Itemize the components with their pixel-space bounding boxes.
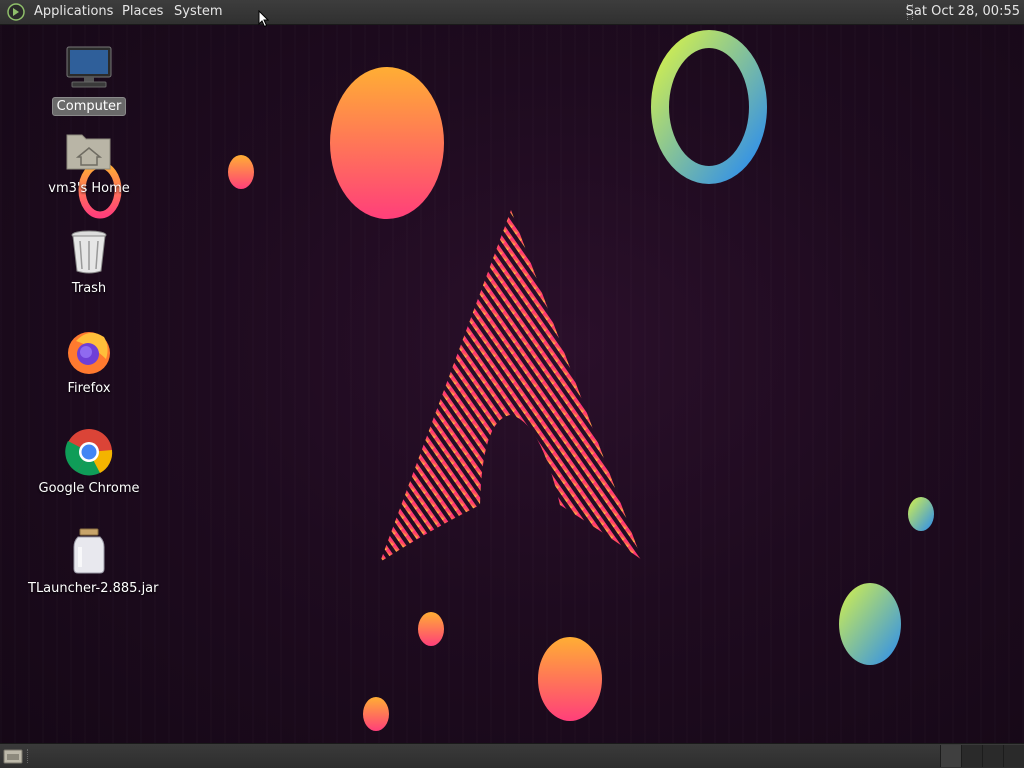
workspace-2[interactable] <box>961 745 982 767</box>
clock[interactable]: Sat Oct 28, 00:55 <box>906 4 1020 20</box>
jar-file-icon <box>73 528 105 574</box>
desktop-icon-label: vm3's Home <box>48 181 130 196</box>
workspace-1[interactable] <box>940 745 961 767</box>
desktop-icon-computer[interactable]: Computer <box>24 44 154 116</box>
home-folder-icon <box>66 134 111 170</box>
desktop-icon-home[interactable]: vm3's Home <box>24 127 154 197</box>
trash-icon <box>71 230 107 274</box>
system-menu[interactable]: System <box>174 4 222 20</box>
chrome-icon <box>65 429 113 476</box>
mouse-cursor-icon <box>258 10 270 28</box>
computer-icon <box>66 46 112 88</box>
top-panel: Applications Places System Sat Oct 28, 0… <box>0 0 1024 25</box>
desktop-icon-label: Trash <box>71 281 107 296</box>
bottom-panel <box>0 743 1024 768</box>
workspace-3[interactable] <box>982 745 1003 767</box>
desktop-icon-label: Google Chrome <box>38 481 140 496</box>
desktop-icon-trash[interactable]: Trash <box>24 227 154 297</box>
firefox-icon <box>68 332 110 374</box>
desktop-icon-label: Firefox <box>67 381 111 396</box>
panel-handle[interactable] <box>27 749 33 763</box>
places-menu[interactable]: Places <box>122 4 163 20</box>
applications-menu[interactable]: Applications <box>34 4 113 20</box>
workspace-switcher[interactable] <box>940 744 1024 768</box>
desktop-icon-chrome[interactable]: Google Chrome <box>24 427 154 497</box>
desktop-icon-tlauncher[interactable]: TLauncher-2.885.jar <box>24 527 159 597</box>
desktop-icon-firefox[interactable]: Firefox <box>24 327 154 397</box>
show-desktop-icon[interactable] <box>3 748 23 764</box>
desktop-icon-label: TLauncher-2.885.jar <box>28 581 159 596</box>
desktop-icon-label: Computer <box>51 97 127 116</box>
distro-logo-icon[interactable] <box>7 3 25 21</box>
workspace-4[interactable] <box>1003 745 1024 767</box>
